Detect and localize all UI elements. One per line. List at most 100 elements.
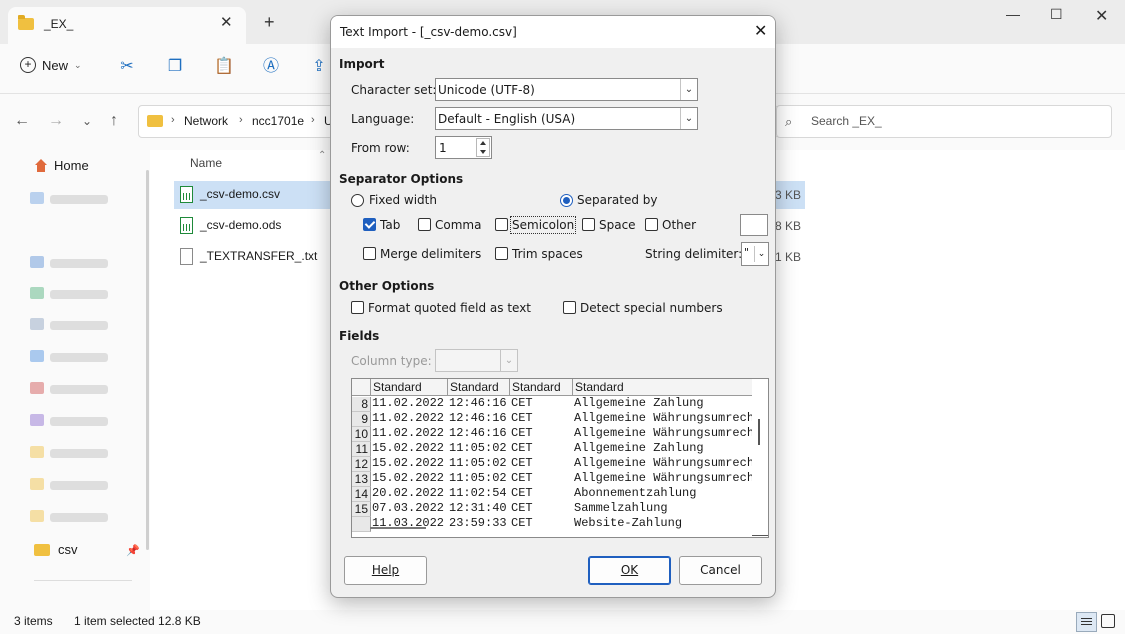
- tab-close-icon[interactable]: ✕: [220, 13, 233, 31]
- spin-buttons[interactable]: [476, 138, 490, 157]
- preview-cell: 12:46:16: [449, 397, 507, 410]
- column-header[interactable]: Standard: [447, 379, 510, 396]
- ok-button[interactable]: OK: [588, 556, 671, 585]
- space-checkbox[interactable]: [582, 218, 595, 231]
- charset-value: Unicode (UTF-8): [438, 83, 535, 97]
- preview-horizontal-scrollbar[interactable]: [370, 527, 426, 529]
- sidebar-item-blurred[interactable]: [30, 446, 108, 458]
- sidebar-scrollbar[interactable]: [146, 170, 149, 550]
- spin-down-icon[interactable]: [480, 150, 486, 154]
- preview-cell: Allgemeine Währungsumrechn: [574, 472, 752, 485]
- format-quoted-checkbox[interactable]: [351, 301, 364, 314]
- details-view-icon[interactable]: [1076, 612, 1097, 632]
- tab-label[interactable]: Tab: [380, 218, 400, 232]
- preview-row[interactable]: 9 11.02.2022 12:46:16 CET Allgemeine Währung…: [352, 412, 752, 427]
- column-header[interactable]: Standard: [509, 379, 573, 396]
- preview-cell: CET: [511, 457, 533, 470]
- column-header[interactable]: Standard: [572, 379, 752, 396]
- separated-by-label[interactable]: Separated by: [577, 193, 658, 207]
- sidebar-item-csv[interactable]: csv: [34, 542, 78, 557]
- sidebar-item-blurred[interactable]: [30, 382, 108, 394]
- preview-row[interactable]: 8 11.02.2022 12:46:16 CET Allgemeine Zahlung: [352, 397, 752, 412]
- chevron-down-icon: ⌄: [74, 59, 82, 70]
- space-label[interactable]: Space: [599, 218, 636, 232]
- string-delimiter-select[interactable]: " ⌄: [741, 242, 769, 266]
- preview-cell: 11:05:02: [449, 442, 507, 455]
- rename-icon[interactable]: Ⓐ: [262, 58, 280, 76]
- merge-delimiters-checkbox[interactable]: [363, 247, 376, 260]
- preview-row[interactable]: 14 20.02.2022 11:02:54 CET Abonnementzahlung: [352, 487, 752, 502]
- other-separator-input[interactable]: [740, 214, 768, 236]
- recent-chevron-icon[interactable]: ⌄: [82, 114, 92, 128]
- preview-row[interactable]: 13 15.02.2022 11:05:02 CET Allgemeine Währun…: [352, 472, 752, 487]
- maximize-icon[interactable]: ☐: [1050, 6, 1063, 23]
- fromrow-spinner[interactable]: 1: [435, 136, 492, 159]
- forward-icon[interactable]: →: [48, 112, 64, 130]
- preview-row[interactable]: 11.03.2022 23:59:33 CET Website-Zahlung: [352, 517, 752, 532]
- column-header[interactable]: Standard: [370, 379, 448, 396]
- close-window-icon[interactable]: ✕: [1095, 6, 1108, 26]
- search-box[interactable]: ⌕ Search _EX_: [776, 105, 1112, 138]
- breadcrumb-ncc1701e[interactable]: ncc1701e: [252, 114, 304, 128]
- other-checkbox[interactable]: [645, 218, 658, 231]
- language-select[interactable]: Default - English (USA) ⌄: [435, 107, 698, 130]
- preview-vertical-scrollbar[interactable]: [758, 419, 760, 445]
- other-label[interactable]: Other: [662, 218, 696, 232]
- sidebar-item-blurred[interactable]: [30, 478, 108, 490]
- detect-special-checkbox[interactable]: [563, 301, 576, 314]
- preview-row[interactable]: 12 15.02.2022 11:05:02 CET Allgemeine Währun…: [352, 457, 752, 472]
- up-icon[interactable]: ↑: [110, 112, 118, 130]
- tab-ex[interactable]: _EX_ ✕: [8, 7, 246, 44]
- spin-up-icon[interactable]: [480, 141, 486, 145]
- semicolon-checkbox[interactable]: [495, 218, 508, 231]
- fixed-width-label[interactable]: Fixed width: [369, 193, 437, 207]
- column-type-select[interactable]: ⌄: [435, 349, 518, 372]
- new-tab-icon[interactable]: +: [264, 12, 275, 33]
- file-name: _TEXTRANSFER_.txt: [200, 249, 318, 263]
- sidebar-item-home[interactable]: Home: [34, 158, 89, 173]
- fields-preview-grid[interactable]: Standard Standard Standard Standard 8 11.…: [351, 378, 769, 538]
- chevron-down-icon: ⌄: [754, 246, 768, 262]
- detect-special-label[interactable]: Detect special numbers: [580, 301, 723, 315]
- ok-button-label: OK: [620, 563, 639, 577]
- tiles-view-icon[interactable]: [1101, 614, 1115, 628]
- chevron-right-icon: ›: [311, 114, 315, 126]
- sidebar-item-blurred[interactable]: [30, 414, 108, 426]
- cut-icon[interactable]: ✂: [118, 58, 136, 76]
- comma-checkbox[interactable]: [418, 218, 431, 231]
- help-button[interactable]: Help: [344, 556, 427, 585]
- sidebar-item-blurred[interactable]: [30, 192, 108, 204]
- preview-row[interactable]: 11 15.02.2022 11:05:02 CET Allgemeine Zahlun…: [352, 442, 752, 457]
- new-button[interactable]: + New ⌄: [20, 57, 82, 73]
- format-quoted-label[interactable]: Format quoted field as text: [368, 301, 531, 315]
- sidebar-item-blurred[interactable]: [30, 510, 108, 522]
- sidebar-item-blurred[interactable]: [30, 350, 108, 362]
- share-icon[interactable]: ⇪: [310, 58, 328, 76]
- preview-row[interactable]: 15 07.03.2022 12:31:40 CET Sammelzahlung: [352, 502, 752, 517]
- sidebar-item-blurred[interactable]: [30, 318, 108, 330]
- preview-row[interactable]: 10 11.02.2022 12:46:16 CET Allgemeine Währun…: [352, 427, 752, 442]
- charset-select[interactable]: Unicode (UTF-8) ⌄: [435, 78, 698, 101]
- separated-by-radio[interactable]: [560, 194, 573, 207]
- home-icon: [34, 158, 48, 173]
- preview-cell: Allgemeine Zahlung: [574, 442, 704, 455]
- breadcrumb-network[interactable]: Network: [184, 114, 228, 128]
- column-header-name[interactable]: Name: [190, 156, 222, 170]
- sidebar-item-blurred[interactable]: [30, 256, 108, 268]
- trim-spaces-label[interactable]: Trim spaces: [512, 247, 583, 261]
- copy-icon[interactable]: ❐: [166, 58, 184, 76]
- cancel-button[interactable]: Cancel: [679, 556, 762, 585]
- tab-title: _EX_: [44, 17, 74, 31]
- minimize-icon[interactable]: —: [1006, 6, 1020, 22]
- comma-label[interactable]: Comma: [435, 218, 481, 232]
- tab-checkbox[interactable]: [363, 218, 376, 231]
- close-icon[interactable]: ✕: [754, 21, 767, 40]
- row-number: 15: [352, 502, 371, 517]
- back-icon[interactable]: ←: [14, 112, 30, 130]
- fixed-width-radio[interactable]: [351, 194, 364, 207]
- trim-spaces-checkbox[interactable]: [495, 247, 508, 260]
- semicolon-label[interactable]: Semicolon: [509, 216, 577, 234]
- paste-icon[interactable]: 📋: [214, 58, 234, 76]
- sidebar-item-blurred[interactable]: [30, 287, 108, 299]
- merge-delimiters-label[interactable]: Merge delimiters: [380, 247, 481, 261]
